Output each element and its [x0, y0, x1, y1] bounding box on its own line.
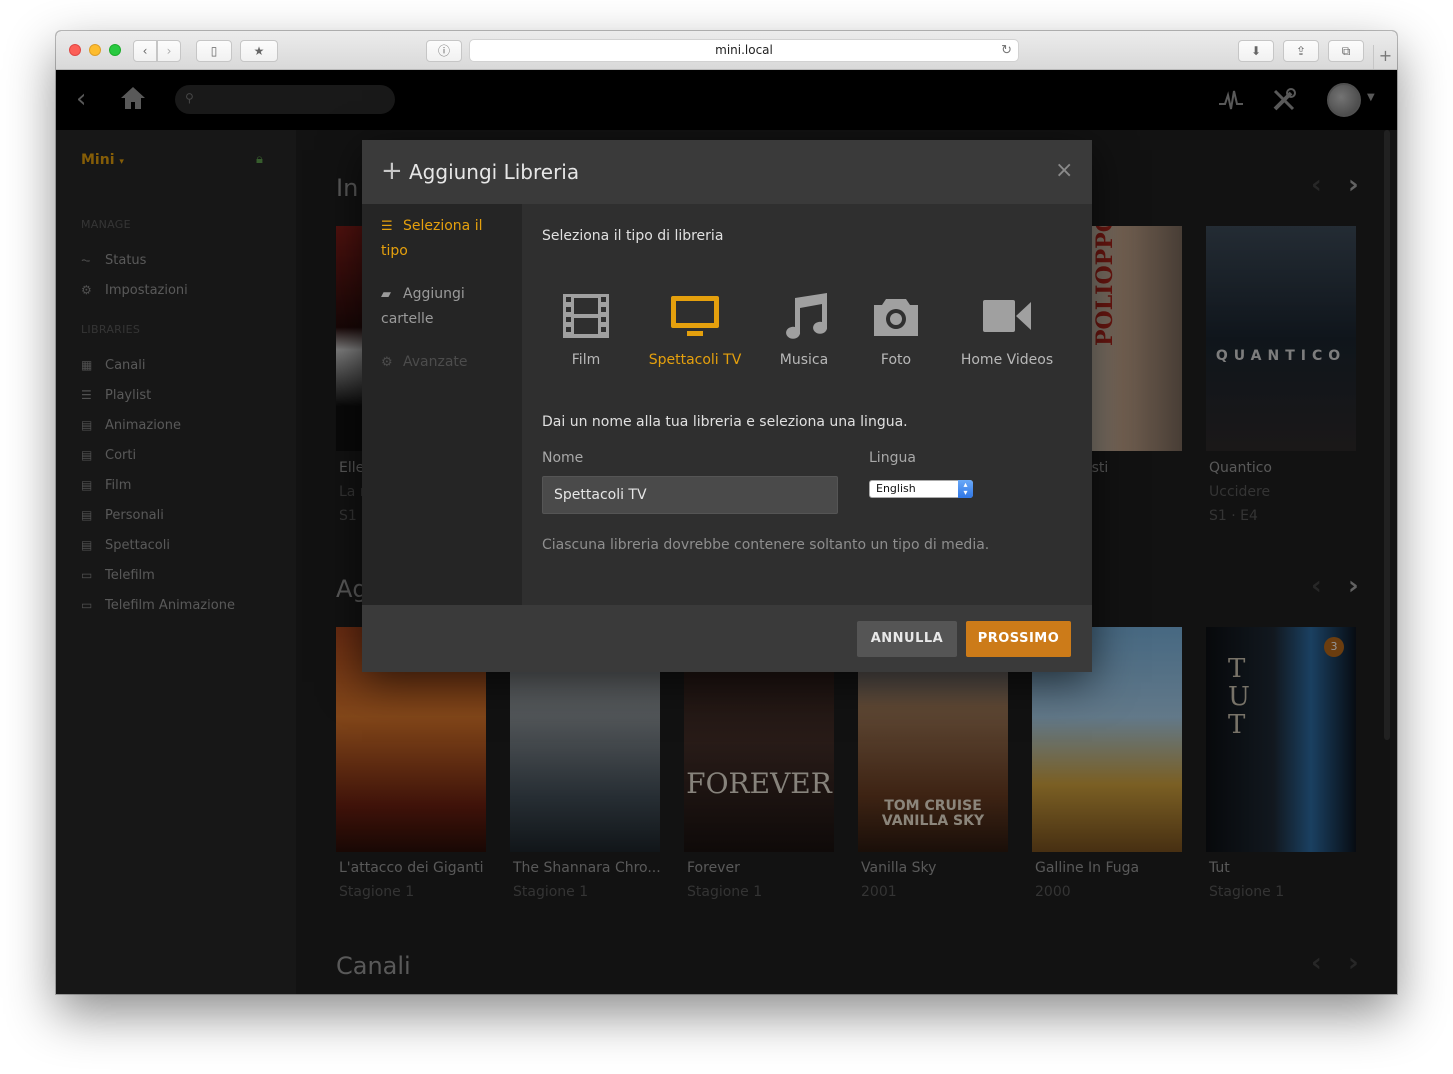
type-label: Home Videos	[960, 352, 1054, 368]
folder-icon: ▰	[381, 287, 391, 302]
cancel-button[interactable]: ANNULLA	[857, 621, 957, 657]
step-add-folders[interactable]: ▰ Aggiungi cartelle	[381, 282, 511, 331]
type-foto[interactable]: Foto	[841, 290, 951, 368]
wizard-steps: ☰ Seleziona il tipo ▰ Aggiungi cartelle ⚙ A…	[362, 204, 522, 605]
library-name-input[interactable]: Spettacoli TV	[542, 476, 838, 514]
film-reel-icon	[531, 290, 641, 342]
browser-toolbar: ‹ › ▯ ★ ⓘ mini.local ↻ ⬇ ⇪ ⧉ +	[56, 31, 1397, 70]
back-icon[interactable]: ‹	[133, 40, 157, 62]
step-select-type[interactable]: ☰ Seleziona il tipo	[381, 214, 511, 263]
type-film[interactable]: Film	[531, 290, 641, 368]
close-window-button[interactable]	[69, 44, 81, 56]
dialog-footer: ANNULLA PROSSIMO	[362, 605, 1092, 672]
reader-info-icon[interactable]: ⓘ	[426, 40, 462, 62]
add-library-dialog: + Aggiungi Libreria × ☰ Seleziona il tipo…	[362, 140, 1092, 672]
minimize-window-button[interactable]	[89, 44, 101, 56]
type-label: Spettacoli TV	[648, 352, 742, 368]
language-select[interactable]: English ▴ ▾	[869, 480, 973, 498]
dialog-title: Aggiungi Libreria	[409, 160, 580, 184]
bookmarks-icon[interactable]: ★	[240, 40, 278, 62]
type-label: Foto	[880, 352, 912, 368]
address-bar[interactable]: mini.local ↻	[469, 39, 1019, 62]
downloads-icon[interactable]: ⬇	[1238, 40, 1274, 62]
dialog-header: + Aggiungi Libreria ×	[362, 140, 1092, 204]
library-hint: Ciascuna libreria dovrebbe contenere sol…	[542, 537, 990, 553]
list-icon: ☰	[381, 219, 393, 234]
name-field-label: Nome	[542, 450, 584, 466]
type-label: Film	[571, 352, 601, 368]
name-instruction: Dai un nome alla tua libreria e selezion…	[542, 414, 908, 430]
type-home-videos[interactable]: Home Videos	[937, 290, 1077, 368]
zoom-window-button[interactable]	[109, 44, 121, 56]
step-label: Avanzate	[403, 354, 468, 370]
forward-icon[interactable]: ›	[157, 40, 181, 62]
next-button[interactable]: PROSSIMO	[966, 621, 1071, 657]
tabs-overview-icon[interactable]: ⧉	[1328, 40, 1364, 62]
type-spettacoli-tv[interactable]: Spettacoli TV	[640, 290, 750, 368]
step-advanced: ⚙ Avanzate	[381, 350, 511, 375]
select-type-label: Seleziona il tipo di libreria	[542, 228, 724, 244]
close-icon[interactable]: ×	[1055, 158, 1073, 183]
gear-icon: ⚙	[381, 355, 393, 370]
new-tab-icon[interactable]: +	[1373, 45, 1397, 69]
browser-window: ‹ › ▯ ★ ⓘ mini.local ↻ ⬇ ⇪ ⧉ + ‹ ⚲ ▼ Min…	[56, 31, 1397, 994]
camera-icon	[841, 290, 951, 342]
reload-icon[interactable]: ↻	[1001, 40, 1012, 61]
tv-icon	[640, 290, 750, 342]
dialog-body: Seleziona il tipo di libreria Film Spett…	[522, 204, 1092, 605]
select-stepper-icon: ▴ ▾	[958, 480, 973, 498]
language-field-label: Lingua	[869, 450, 916, 466]
address-text: mini.local	[715, 43, 773, 57]
video-camera-icon	[937, 290, 1077, 342]
language-value: English	[876, 482, 916, 495]
sidebar-toggle-icon[interactable]: ▯	[196, 40, 232, 62]
share-icon[interactable]: ⇪	[1283, 40, 1319, 62]
plus-icon: +	[381, 156, 403, 186]
